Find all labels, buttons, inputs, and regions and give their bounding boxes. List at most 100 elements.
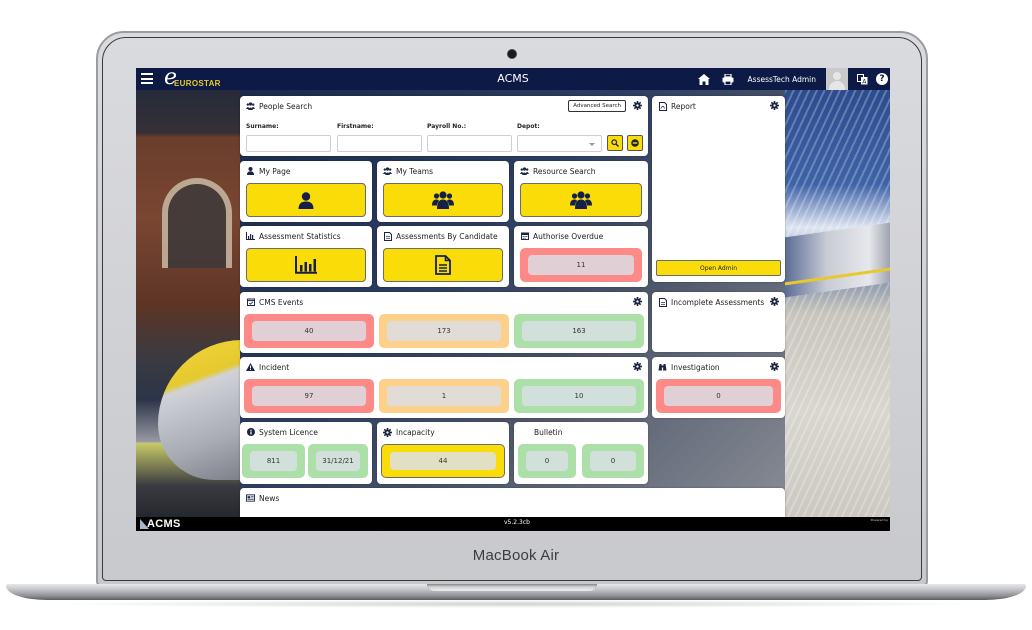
- gear-icon[interactable]: [770, 101, 779, 110]
- bulletin-panel: Bulletin 0 0: [514, 422, 648, 484]
- calendar-icon: [520, 232, 529, 241]
- device-model-label: MacBook Air: [472, 547, 560, 564]
- logo-text: EUROSTAR: [174, 78, 221, 88]
- vendor-logo: Powered by AssessTech: [845, 518, 889, 531]
- resource-search-button[interactable]: [520, 183, 642, 217]
- menu-icon[interactable]: [141, 73, 153, 84]
- counter-value: 31/12/21: [316, 451, 360, 471]
- incident-title: Incident: [259, 362, 290, 372]
- my-page-title: My Page: [259, 166, 291, 176]
- help-icon[interactable]: ?: [876, 73, 888, 85]
- file-text-icon: [435, 255, 451, 275]
- gear-icon[interactable]: [633, 362, 642, 371]
- users-icon: [383, 167, 392, 176]
- surname-input[interactable]: [246, 135, 331, 152]
- users-icon: [520, 167, 529, 176]
- payroll-label: Payroll No.:: [427, 123, 467, 130]
- incomplete-assessments-title: Incomplete Assessments: [671, 297, 765, 307]
- system-licence-title: System Licence: [259, 427, 318, 437]
- investigation-panel: Investigation 0: [652, 357, 785, 418]
- report-panel: Report Open Admin: [652, 96, 785, 282]
- screen: e EUROSTAR ACMS AssessTech Admin A ? Peo…: [136, 68, 890, 531]
- gear-icon[interactable]: [770, 297, 779, 306]
- search-button[interactable]: [607, 135, 623, 151]
- counter-value: 1: [387, 386, 501, 406]
- cms-events-green-counter[interactable]: 163: [514, 314, 644, 348]
- chevron-down-icon: [589, 143, 595, 146]
- counter-value: 44: [390, 452, 496, 470]
- counter-value: 10: [522, 386, 636, 406]
- licence-count-counter[interactable]: 811: [242, 444, 305, 478]
- incident-red-counter[interactable]: 97: [244, 379, 374, 413]
- cms-events-title: CMS Events: [259, 297, 304, 307]
- clear-search-button[interactable]: [627, 135, 643, 151]
- assessments-by-candidate-panel: Assessments By Candidate: [377, 226, 509, 287]
- open-admin-button[interactable]: Open Admin: [656, 260, 781, 276]
- my-teams-button[interactable]: [383, 183, 503, 217]
- my-page-button[interactable]: [246, 183, 366, 217]
- info-icon: [246, 428, 255, 437]
- investigation-counter[interactable]: 0: [656, 379, 781, 413]
- minus-circle-icon: [631, 139, 639, 147]
- incident-green-counter[interactable]: 10: [514, 379, 644, 413]
- eurostar-logo[interactable]: e EUROSTAR: [164, 68, 221, 90]
- advanced-search-button[interactable]: Advanced Search: [568, 100, 626, 112]
- home-icon[interactable]: [696, 71, 712, 87]
- bulletin-counter-2[interactable]: 0: [582, 444, 644, 478]
- assessment-statistics-button[interactable]: [246, 248, 366, 282]
- resource-search-title: Resource Search: [533, 166, 596, 176]
- gear-icon[interactable]: [633, 101, 642, 110]
- background-photo-left: [136, 90, 248, 520]
- bulletin-counter-1[interactable]: 0: [518, 444, 576, 478]
- assessment-statistics-title: Assessment Statistics: [259, 231, 341, 241]
- assessments-by-candidate-button[interactable]: [383, 248, 503, 282]
- incapacity-title: Incapacity: [396, 427, 435, 437]
- incapacity-panel: Incapacity 44: [377, 422, 509, 484]
- search-icon: [611, 139, 619, 147]
- avatar[interactable]: [826, 68, 848, 90]
- counter-value: 0: [664, 386, 773, 406]
- authorise-overdue-counter[interactable]: 11: [520, 248, 642, 282]
- users-icon: [246, 102, 255, 111]
- people-search-title: People Search: [259, 101, 313, 111]
- calendar-check-icon: [246, 298, 255, 307]
- depot-select[interactable]: [517, 135, 602, 152]
- gear-icon[interactable]: [770, 362, 779, 371]
- counter-value: 811: [250, 451, 297, 471]
- assessments-by-candidate-title: Assessments By Candidate: [396, 231, 498, 241]
- acms-logo: ACMS: [140, 518, 181, 530]
- report-title: Report: [671, 101, 696, 111]
- print-icon[interactable]: [720, 71, 736, 87]
- cms-events-panel: CMS Events 40 173 163: [240, 292, 648, 353]
- laptop-notch: [427, 584, 597, 591]
- version-label: v5.2.3cb: [504, 519, 530, 526]
- my-teams-title: My Teams: [396, 166, 434, 176]
- firstname-input[interactable]: [337, 135, 422, 152]
- user-name[interactable]: AssessTech Admin: [748, 75, 816, 84]
- licence-expiry-counter[interactable]: 31/12/21: [308, 444, 368, 478]
- counter-value: 173: [387, 321, 501, 341]
- users-icon: [570, 191, 592, 209]
- system-licence-panel: System Licence 811 31/12/21: [240, 422, 372, 484]
- cms-events-orange-counter[interactable]: 173: [379, 314, 509, 348]
- user-icon: [246, 167, 255, 176]
- incapacity-counter[interactable]: 44: [381, 444, 505, 478]
- top-bar: e EUROSTAR ACMS AssessTech Admin A ?: [136, 68, 890, 90]
- bar-chart-icon: [295, 256, 317, 274]
- counter-value: 163: [522, 321, 636, 341]
- bar-chart-icon: [246, 232, 255, 241]
- cms-events-red-counter[interactable]: 40: [244, 314, 374, 348]
- authorise-overdue-title: Authorise Overdue: [533, 231, 604, 241]
- news-title: News: [259, 493, 280, 503]
- counter-value: 0: [590, 451, 636, 471]
- file-text-icon: [383, 231, 392, 241]
- translate-icon[interactable]: A: [854, 71, 870, 87]
- payroll-input[interactable]: [427, 135, 512, 152]
- gear-icon: [383, 427, 392, 437]
- gear-icon[interactable]: [633, 297, 642, 306]
- counter-value: 0: [526, 451, 568, 471]
- laptop-shadow: [40, 600, 992, 608]
- resource-search-panel: Resource Search: [514, 161, 648, 222]
- incident-orange-counter[interactable]: 1: [379, 379, 509, 413]
- people-search-panel: People Search Advanced Search Surname: F…: [240, 96, 648, 156]
